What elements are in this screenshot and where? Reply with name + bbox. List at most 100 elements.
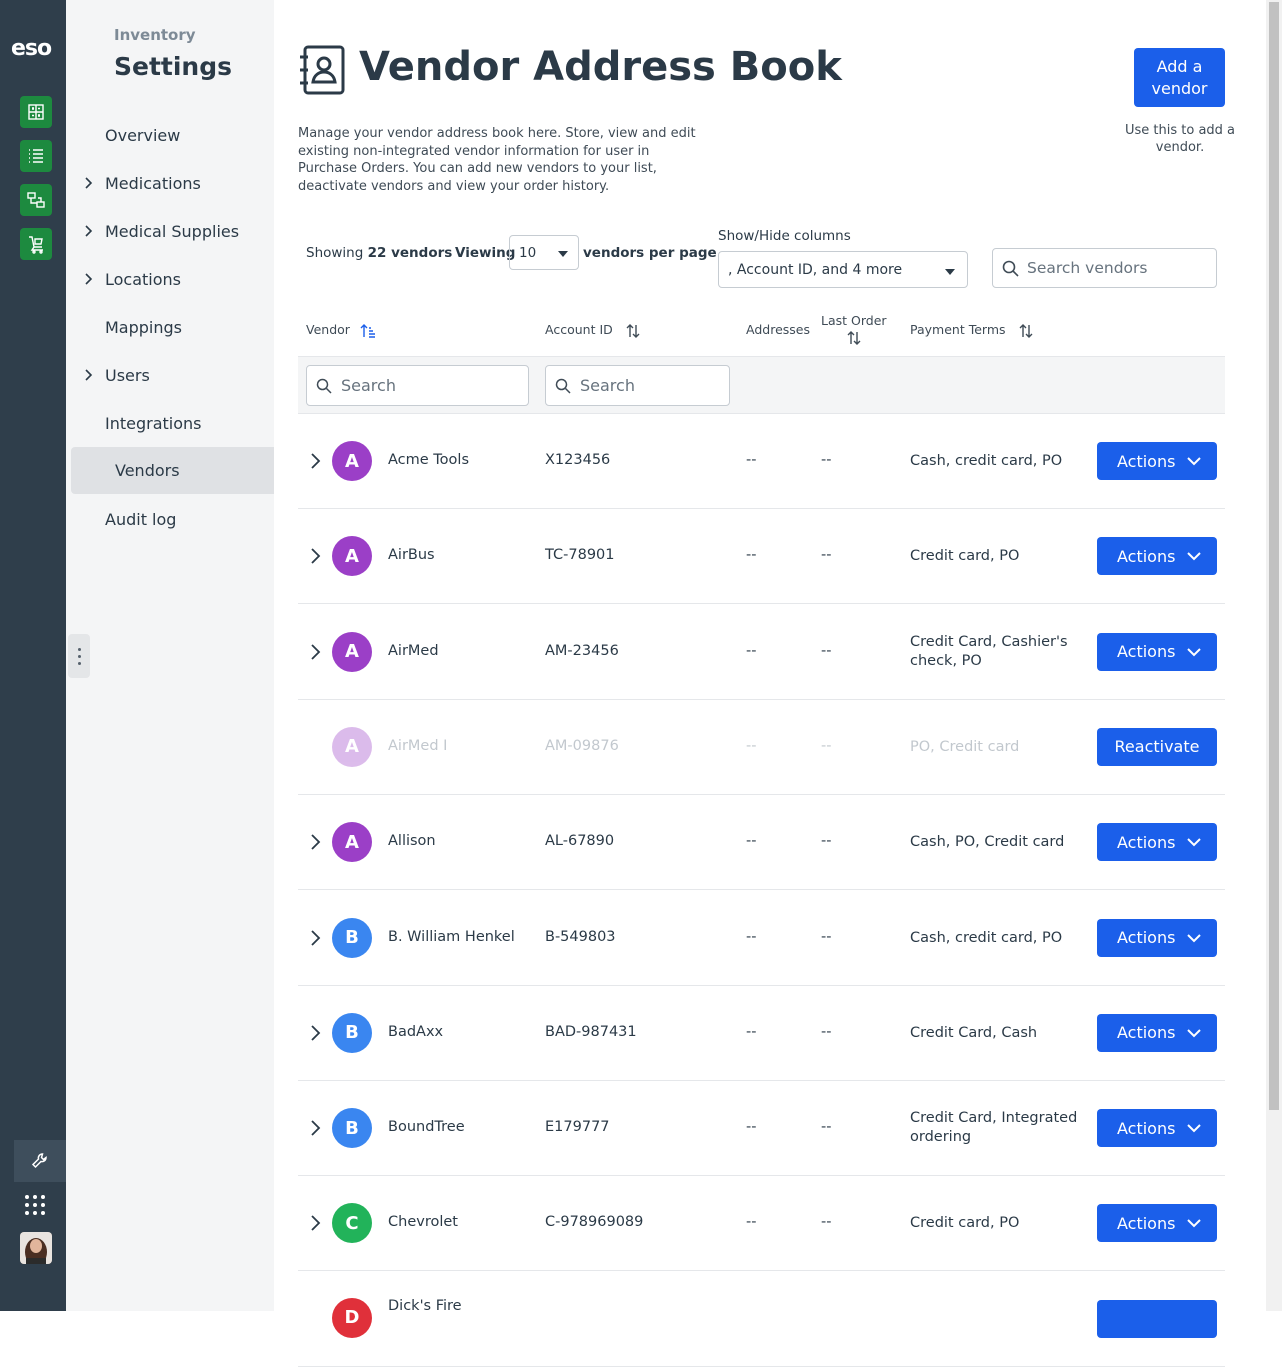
page-title: Vendor Address Book [359, 44, 842, 90]
nav-item-label: Integrations [105, 413, 202, 433]
expand-chevron-icon[interactable] [306, 1119, 324, 1137]
vendor-search[interactable] [992, 248, 1217, 288]
col-header-vendor[interactable]: Vendor [306, 322, 376, 339]
nav-item-mappings[interactable]: Mappings [71, 304, 274, 350]
nav-item-medical-supplies[interactable]: Medical Supplies [71, 208, 274, 254]
actions-button[interactable] [1097, 1299, 1217, 1338]
scrollbar-thumb[interactable] [1269, 2, 1279, 1110]
scrollbar[interactable] [1266, 0, 1282, 1311]
col-header-payment-terms[interactable]: Payment Terms [910, 322, 1034, 339]
per-page-select[interactable]: 10 [509, 235, 579, 270]
nav-item-label: Overview [105, 125, 181, 145]
last-order: -- [821, 547, 832, 564]
last-order: -- [821, 737, 832, 754]
actions-button[interactable]: Actions [1097, 632, 1217, 671]
expand-chevron-icon[interactable] [306, 547, 324, 565]
nav-item-vendors[interactable]: Vendors [71, 447, 274, 494]
vendor-avatar: A [332, 726, 372, 767]
account-id-filter[interactable] [545, 365, 730, 406]
showing-count: Showing 22 vendors [306, 245, 453, 261]
eso-logo: eso [11, 36, 52, 61]
nav-item-medications[interactable]: Medications [71, 160, 274, 206]
table-row: A Allison AL-67890 -- -- Cash, PO, Credit car… [298, 795, 1225, 891]
addresses: -- [746, 547, 757, 564]
address-book-icon [300, 45, 345, 95]
nav-resize-handle[interactable] [68, 634, 90, 678]
chevron-right-icon [71, 174, 105, 193]
actions-button[interactable]: Actions [1097, 918, 1217, 957]
actions-button[interactable]: Actions [1097, 1109, 1217, 1148]
nav-item-integrations[interactable]: Integrations [71, 400, 274, 446]
expand-chevron-icon[interactable] [306, 1024, 324, 1042]
columns-select[interactable]: , Account ID, and 4 more [718, 251, 968, 288]
chevron-right-icon [71, 366, 105, 385]
vendor-avatar: B [332, 1108, 372, 1149]
sort-icon [847, 331, 861, 345]
col-header-last-order[interactable]: Last Order [821, 313, 887, 346]
chevron-right-icon [71, 270, 105, 289]
last-order: -- [821, 833, 832, 850]
chevron-right-icon [71, 222, 105, 241]
actions-button[interactable]: Actions [1097, 823, 1217, 862]
last-order: -- [821, 1023, 832, 1040]
expand-chevron-icon[interactable] [306, 643, 324, 661]
vendor-filter-input[interactable] [339, 366, 479, 405]
vendor-name: Chevrolet [388, 1214, 458, 1231]
table-row: A Acme Tools X123456 -- -- Cash, credit card,… [298, 414, 1225, 509]
col-header-addresses: Addresses [746, 322, 810, 337]
expand-chevron-icon[interactable] [306, 833, 324, 851]
last-order: -- [821, 642, 832, 659]
nav-item-label: Medications [105, 173, 201, 193]
sort-icon [1019, 323, 1032, 338]
nav-item-locations[interactable]: Locations [71, 256, 274, 302]
add-vendor-hint: Use this to add a vendor. [1124, 123, 1236, 155]
account-id: B-549803 [545, 928, 616, 945]
vendor-avatar: A [332, 631, 372, 672]
user-avatar[interactable] [20, 1232, 52, 1264]
table-row: B BadAxx BAD-987431 -- -- Credit Card, Cash Ac… [298, 986, 1225, 1081]
reactivate-button[interactable]: Reactivate [1097, 727, 1217, 766]
settings-nav: Inventory Settings Overview Medications … [66, 0, 274, 1311]
payment-terms: PO, Credit card [910, 738, 1020, 755]
sort-ascending-icon [360, 323, 375, 338]
inventory-icon[interactable] [20, 96, 52, 128]
actions-button[interactable]: Actions [1097, 442, 1217, 480]
nav-item-label: Mappings [105, 317, 182, 337]
account-id: X123456 [545, 452, 611, 468]
list-icon[interactable] [20, 140, 52, 172]
table-row: A AirBus TC-78901 -- -- Credit card, PO Action… [298, 509, 1225, 605]
table-row: C Chevrolet C-978969089 -- -- Credit card, PO… [298, 1176, 1225, 1272]
vendor-filter[interactable] [306, 365, 529, 406]
actions-button[interactable]: Actions [1097, 1204, 1217, 1243]
nav-item-overview[interactable]: Overview [71, 112, 274, 158]
expand-chevron-icon[interactable] [306, 452, 324, 470]
transfer-icon[interactable] [20, 184, 52, 216]
actions-button[interactable]: Actions [1097, 1013, 1217, 1052]
vendor-name: BoundTree [388, 1119, 465, 1136]
account-id: AL-67890 [545, 833, 615, 850]
grid-icon[interactable] [24, 1194, 46, 1216]
vendor-search-input[interactable] [1025, 249, 1210, 287]
expand-chevron-icon[interactable] [306, 1214, 324, 1232]
nav-item-users[interactable]: Users [71, 352, 274, 398]
expand-chevron-icon[interactable] [306, 929, 324, 947]
cart-icon[interactable] [20, 228, 52, 260]
wrench-icon[interactable] [14, 1140, 66, 1182]
vendor-name: AirMed [388, 642, 439, 659]
add-vendor-button[interactable]: Add a vendor [1134, 48, 1225, 107]
main-content: Vendor Address Book Add a vendor Use thi… [274, 0, 1266, 1367]
vendor-name: B. William Henkel [388, 928, 515, 945]
last-order: -- [821, 928, 832, 945]
account-id: TC-78901 [545, 547, 615, 564]
columns-label: Show/Hide columns [718, 228, 851, 244]
account-id: AM-23456 [545, 642, 619, 659]
actions-button[interactable]: Actions [1097, 537, 1217, 576]
payment-terms: Credit Card, Integrated ordering [910, 1110, 1078, 1146]
table-row: B B. William Henkel B-549803 -- -- Cash, cred… [298, 891, 1225, 986]
vendor-name: Acme Tools [388, 452, 470, 468]
vendor-avatar: A [332, 536, 372, 577]
col-header-account-id[interactable]: Account ID [545, 322, 641, 339]
nav-section-label: Inventory [114, 26, 196, 44]
account-id-filter-input[interactable] [578, 366, 718, 405]
nav-item-audit-log[interactable]: Audit log [71, 496, 274, 542]
